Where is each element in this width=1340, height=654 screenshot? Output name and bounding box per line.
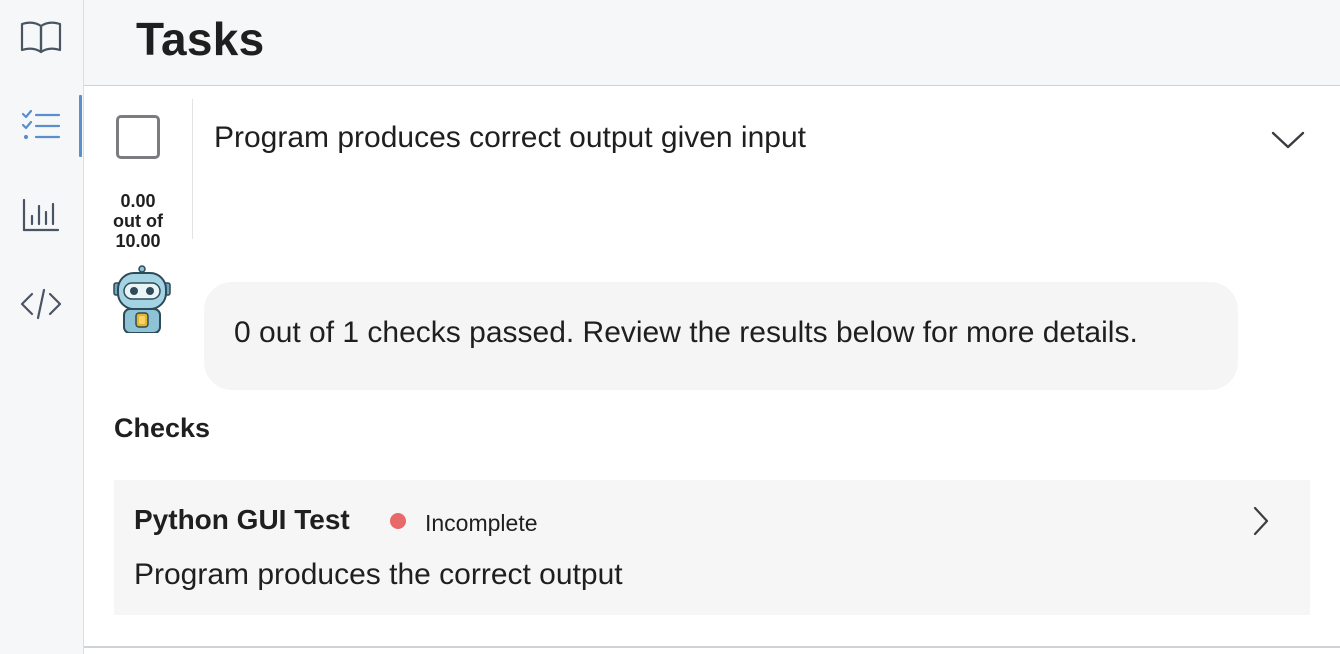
left-rail xyxy=(0,0,84,654)
bottom-divider xyxy=(84,646,1340,648)
score-possible: 10.00 xyxy=(115,231,161,251)
bar-chart-icon xyxy=(22,198,60,232)
open-check-button[interactable] xyxy=(1246,506,1276,536)
code-icon xyxy=(20,288,62,320)
score-divider xyxy=(192,99,193,239)
score-earned: 0.00 xyxy=(120,191,156,211)
check-item[interactable]: Python GUI Test Incomplete Program produ… xyxy=(114,480,1310,615)
task-checkbox[interactable] xyxy=(116,115,160,159)
task-score: 0.00 out of 10.00 xyxy=(104,99,172,251)
chevron-right-icon xyxy=(1253,506,1269,536)
checklist-icon xyxy=(21,109,61,140)
app-window: Tasks 0.00 out of 10.00 Program produces… xyxy=(0,0,1340,654)
status-badge: Incomplete xyxy=(425,510,538,536)
task-title: Program produces correct output given in… xyxy=(214,121,806,154)
rail-item-tasks[interactable] xyxy=(0,95,82,157)
task-panel: 0.00 out of 10.00 Program produces corre… xyxy=(84,87,1340,647)
feedback-message-text: 0 out of 1 checks passed. Review the res… xyxy=(234,316,1138,349)
feedback-message: 0 out of 1 checks passed. Review the res… xyxy=(204,282,1238,390)
checks-heading: Checks xyxy=(114,413,211,443)
book-icon xyxy=(20,21,62,54)
robot-icon xyxy=(113,265,171,333)
rail-item-code[interactable] xyxy=(0,273,82,335)
score-out-of-label: out of xyxy=(113,211,163,231)
page-title: Tasks xyxy=(136,13,265,65)
score-text: 0.00 out of 10.00 xyxy=(104,191,172,251)
rail-item-book[interactable] xyxy=(0,6,82,68)
expand-task-button[interactable] xyxy=(1270,125,1306,155)
rail-item-stats[interactable] xyxy=(0,184,82,246)
page-header: Tasks xyxy=(84,0,1340,86)
chevron-down-icon xyxy=(1271,131,1305,149)
check-name: Python GUI Test xyxy=(134,504,350,535)
check-description: Program produces the correct output xyxy=(134,558,623,591)
status-dot xyxy=(390,513,406,529)
